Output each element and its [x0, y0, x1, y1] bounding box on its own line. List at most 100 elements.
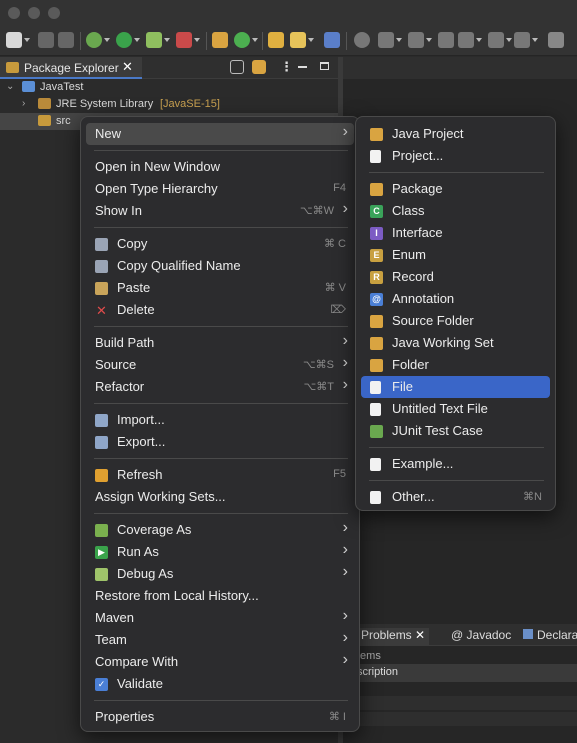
java-project-icon — [370, 128, 383, 141]
menu-item-debug-as[interactable]: Debug As › — [86, 563, 354, 585]
new-wizard-icon[interactable] — [6, 32, 22, 48]
new-menu-item-example[interactable]: Example... — [361, 453, 550, 475]
menu-item-validate[interactable]: ✓ Validate — [86, 673, 354, 695]
menu-item-properties[interactable]: Properties ⌘ I — [86, 706, 354, 728]
link-with-editor-icon[interactable] — [252, 60, 266, 74]
close-tab-icon[interactable]: ✕ — [122, 59, 133, 75]
menu-item-label: Assign Working Sets... — [95, 489, 226, 504]
menu-item-maven[interactable]: Maven › — [86, 607, 354, 629]
perspective-icon[interactable] — [548, 32, 564, 48]
zoom-window-button[interactable] — [48, 7, 60, 19]
next-annotation-icon[interactable] — [378, 32, 394, 48]
menu-item-open-type-hierarchy[interactable]: Open Type Hierarchy F4 — [86, 178, 354, 200]
new-menu-item-file[interactable]: File — [361, 376, 550, 398]
new-menu-item-junit-test-case[interactable]: JUnit Test Case — [361, 420, 550, 442]
menu-item-coverage-as[interactable]: Coverage As › — [86, 519, 354, 541]
menu-item-compare-with[interactable]: Compare With › — [86, 651, 354, 673]
menu-item-copy[interactable]: Copy ⌘ C — [86, 233, 354, 255]
source-folder-tree-icon — [38, 115, 51, 126]
menu-separator — [94, 326, 348, 327]
new-menu-item-untitled-text-file[interactable]: Untitled Text File — [361, 398, 550, 420]
new-class-toolbar-icon[interactable] — [234, 32, 250, 48]
menu-item-paste[interactable]: Paste ⌘ V — [86, 277, 354, 299]
tab-problems[interactable]: Problems ✕ — [357, 628, 430, 646]
run-toolbar-icon[interactable] — [116, 32, 132, 48]
chevron-right-icon: › — [342, 200, 348, 217]
new-menu-item-project[interactable]: Project... — [361, 145, 550, 167]
tab-declaration[interactable]: Declara — [523, 628, 577, 642]
other-icon — [370, 491, 381, 504]
tree-item-javatest[interactable]: ⌄ JavaTest — [0, 79, 338, 96]
menu-separator — [369, 172, 544, 173]
toggle-mark-icon[interactable] — [354, 32, 370, 48]
chevron-right-icon: › — [342, 354, 348, 371]
tab-javadoc[interactable]: @ Javadoc — [451, 628, 511, 642]
package-explorer-tab-label: Package Explorer — [24, 61, 119, 75]
close-window-button[interactable] — [8, 7, 20, 19]
new-menu-item-enum[interactable]: E Enum — [361, 244, 550, 266]
description-column-header[interactable]: scription — [355, 664, 577, 682]
close-tab-icon[interactable]: ✕ — [415, 628, 425, 642]
menu-item-copy-qualified-name[interactable]: Copy Qualified Name — [86, 255, 354, 277]
menu-item-delete[interactable]: ✕ Delete ⌦ — [86, 299, 354, 321]
coverage-icon — [95, 524, 108, 537]
tab-package-explorer[interactable]: Package Explorer ✕ — [0, 57, 142, 79]
items-count-label: tems — [357, 650, 381, 662]
maximize-view-icon[interactable] — [320, 62, 329, 70]
new-menu-item-class[interactable]: C Class — [361, 200, 550, 222]
menu-item-new[interactable]: New › — [86, 123, 354, 145]
menu-item-restore-from-local-history[interactable]: Restore from Local History... — [86, 585, 354, 607]
prev-annotation-icon[interactable] — [408, 32, 424, 48]
source-folder-icon — [370, 315, 383, 328]
bottom-panel-tabbar: Problems ✕ @ Javadoc Declara — [355, 624, 577, 646]
new-menu-item-java-project[interactable]: Java Project — [361, 123, 550, 145]
new-menu-item-java-working-set[interactable]: Java Working Set — [361, 332, 550, 354]
coverage-toolbar-icon[interactable] — [146, 32, 162, 48]
back-arrow-icon[interactable] — [488, 32, 504, 48]
task-icon[interactable] — [324, 32, 340, 48]
collapse-all-icon[interactable] — [230, 60, 244, 74]
menu-item-show-in[interactable]: Show In ⌥⌘W › — [86, 200, 354, 222]
external-tools-icon[interactable] — [176, 32, 192, 48]
minimize-window-button[interactable] — [28, 7, 40, 19]
package-icon — [370, 183, 383, 196]
tree-item-label: JavaTest — [40, 81, 84, 93]
chevron-down-icon[interactable]: ⌄ — [6, 81, 14, 92]
menu-item-label: JUnit Test Case — [392, 423, 483, 438]
chevron-right-icon[interactable]: › — [22, 98, 25, 109]
minimize-view-icon[interactable] — [298, 66, 307, 68]
menu-item-run-as[interactable]: ▶ Run As › — [86, 541, 354, 563]
new-menu-item-interface[interactable]: I Interface — [361, 222, 550, 244]
chevron-right-icon: › — [342, 607, 348, 624]
menu-item-refactor[interactable]: Refactor ⌥⌘T › — [86, 376, 354, 398]
new-menu-item-source-folder[interactable]: Source Folder — [361, 310, 550, 332]
chevron-right-icon: › — [342, 563, 348, 580]
tab-label: Problems — [361, 628, 412, 642]
back-icon[interactable] — [458, 32, 474, 48]
menu-item-team[interactable]: Team › — [86, 629, 354, 651]
open-type-icon[interactable] — [268, 32, 284, 48]
tree-item-jre-library[interactable]: › JRE System Library [JavaSE-15] — [0, 96, 338, 113]
new-menu-item-record[interactable]: R Record — [361, 266, 550, 288]
view-menu-icon[interactable]: ⋮ — [280, 59, 293, 75]
menu-item-assign-working-sets[interactable]: Assign Working Sets... — [86, 486, 354, 508]
menu-item-import[interactable]: Import... — [86, 409, 354, 431]
new-menu-item-annotation[interactable]: @ Annotation — [361, 288, 550, 310]
menu-separator — [94, 150, 348, 151]
save-icon[interactable] — [38, 32, 54, 48]
new-menu-item-package[interactable]: Package — [361, 178, 550, 200]
new-menu-item-folder[interactable]: Folder — [361, 354, 550, 376]
menu-item-export[interactable]: Export... — [86, 431, 354, 453]
menu-item-open-in-new-window[interactable]: Open in New Window — [86, 156, 354, 178]
save-all-icon[interactable] — [58, 32, 74, 48]
debug-toolbar-icon[interactable] — [86, 32, 102, 48]
menu-item-source[interactable]: Source ⌥⌘S › — [86, 354, 354, 376]
new-package-toolbar-icon[interactable] — [212, 32, 228, 48]
new-menu-item-other[interactable]: Other... ⌘N — [361, 486, 550, 508]
forward-arrow-icon[interactable] — [514, 32, 530, 48]
menu-item-build-path[interactable]: Build Path › — [86, 332, 354, 354]
search-toolbar-icon[interactable] — [290, 32, 306, 48]
project-icon — [370, 150, 381, 163]
last-edit-icon[interactable] — [438, 32, 454, 48]
menu-item-refresh[interactable]: Refresh F5 — [86, 464, 354, 486]
